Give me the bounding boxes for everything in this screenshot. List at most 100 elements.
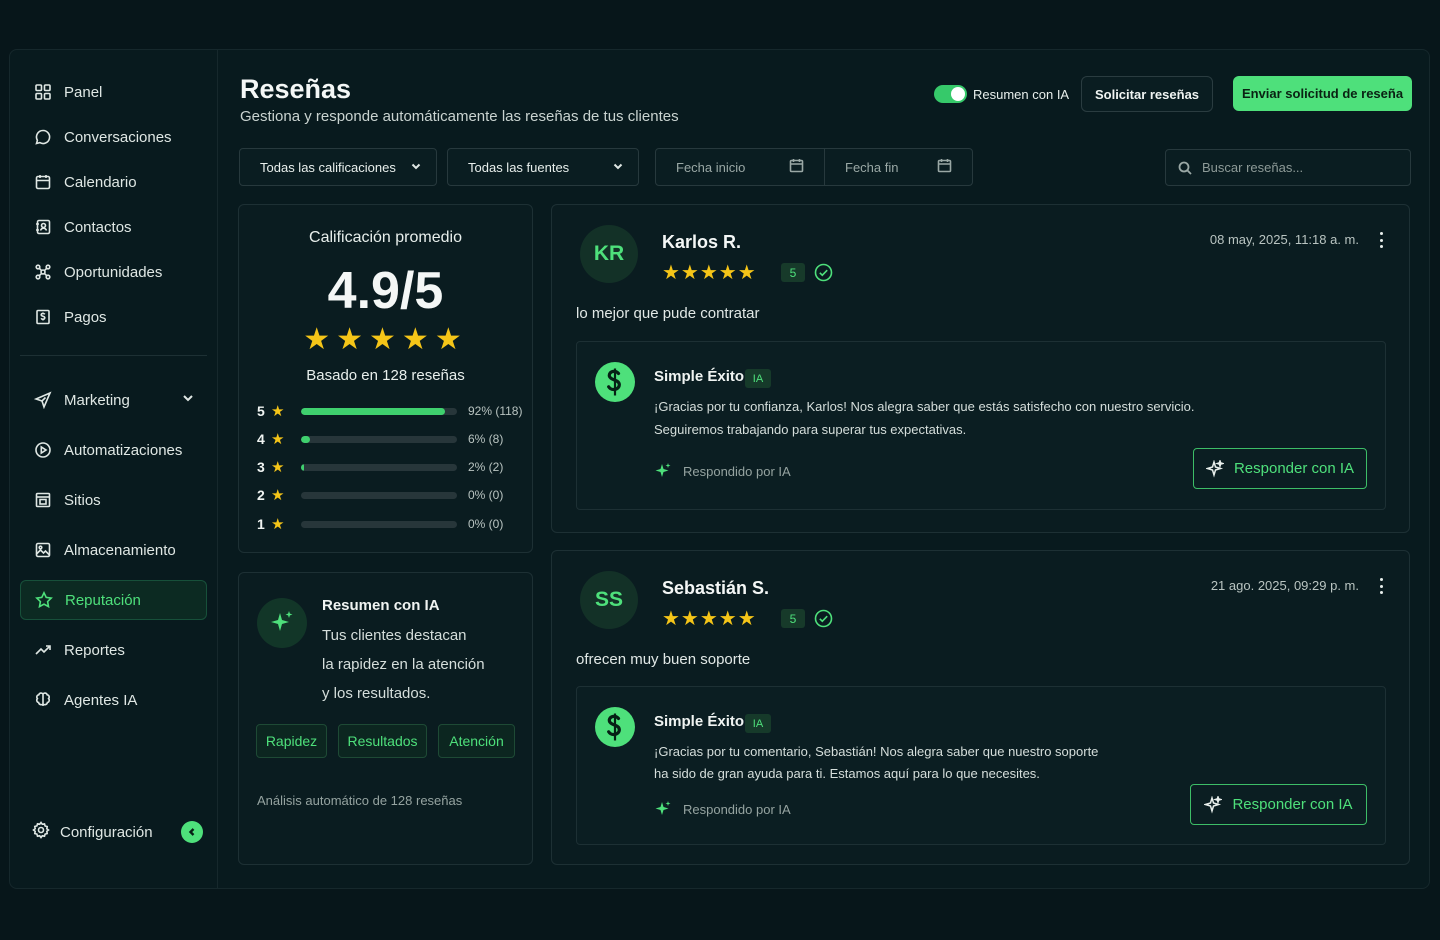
collapse-sidebar-button[interactable] <box>181 821 203 843</box>
avatar: KR <box>580 225 638 283</box>
respond-with-ai-button[interactable]: Responder con IA <box>1190 784 1367 825</box>
search-input[interactable] <box>1202 160 1402 175</box>
verified-check-icon <box>814 609 833 628</box>
reply-text-line: ha sido de gran ayuda para ti. Estamos a… <box>654 766 1040 781</box>
reply-author: Simple Éxito <box>654 713 745 730</box>
sidebar-divider <box>20 355 207 356</box>
network-icon <box>34 263 52 281</box>
review-card: KR Karlos R. ★★★★★ 5 08 may, 2025, 11:18… <box>551 204 1410 533</box>
sidebar-item-agentes-ia[interactable]: Agentes IA <box>20 680 207 720</box>
review-date: 21 ago. 2025, 09:29 p. m. <box>1210 578 1359 593</box>
distribution-bar-fill <box>301 407 445 415</box>
respond-with-ai-button[interactable]: Responder con IA <box>1193 448 1367 489</box>
sidebar-item-label: Reportes <box>64 641 125 659</box>
distribution-label: 92% (118) <box>468 404 523 418</box>
browser-icon <box>34 491 52 509</box>
distribution-row-1: 1 ★ 0% (0) <box>257 515 503 533</box>
distribution-row-3: 3 ★ 2% (2) <box>257 458 503 476</box>
sidebar-item-reportes[interactable]: Reportes <box>20 630 207 670</box>
star-icon: ★ <box>271 459 285 476</box>
replied-by-ai: Respondido por IA <box>654 462 791 480</box>
sidebar-item-configuracion[interactable]: Configuración <box>20 812 207 852</box>
grid-icon <box>34 83 52 101</box>
sidebar-item-marketing[interactable]: Marketing <box>20 380 207 420</box>
star-icon <box>35 591 53 609</box>
end-date-placeholder: Fecha fin <box>845 159 899 175</box>
respond-button-label: Responder con IA <box>1232 796 1353 813</box>
chevron-down-icon <box>612 160 624 175</box>
sidebar-item-calendario[interactable]: Calendario <box>20 162 207 202</box>
search-box <box>1165 149 1411 186</box>
verified-check-icon <box>814 263 833 282</box>
reply-text-line: ¡Gracias por tu comentario, Sebastián! N… <box>654 744 1099 759</box>
sidebar-item-label: Automatizaciones <box>64 441 183 459</box>
ia-badge: IA <box>745 714 771 733</box>
sidebar-item-conversaciones[interactable]: Conversaciones <box>20 117 207 157</box>
ai-summary-line: la rapidez en la atención <box>322 656 485 673</box>
ratings-filter-value: Todas las calificaciones <box>260 159 396 175</box>
star-icon: ★ <box>271 431 285 448</box>
rating-score: 4.9/5 <box>327 262 444 320</box>
distribution-stars: 2 <box>257 487 265 503</box>
sidebar-item-label: Marketing <box>64 391 130 409</box>
simple-exito-logo <box>595 362 635 402</box>
sidebar-item-pagos[interactable]: Pagos <box>20 297 207 337</box>
send-review-request-button[interactable]: Enviar solicitud de reseña <box>1233 76 1412 111</box>
tag-rapidez[interactable]: Rapidez <box>256 724 327 758</box>
more-options-icon[interactable] <box>1373 230 1389 250</box>
distribution-label: 2% (2) <box>468 460 504 474</box>
sidebar-item-oportunidades[interactable]: Oportunidades <box>20 252 207 292</box>
review-stars: ★★★★★ <box>662 608 757 630</box>
distribution-bar <box>301 463 457 471</box>
sidebar-item-reputacion[interactable]: Reputación <box>20 580 207 620</box>
play-circle-icon <box>34 441 52 459</box>
distribution-bar-fill <box>301 435 311 443</box>
sidebar-item-almacenamiento[interactable]: Almacenamiento <box>20 530 207 570</box>
sidebar-item-panel[interactable]: Panel <box>20 72 207 112</box>
request-reviews-button[interactable]: Solicitar reseñas <box>1081 76 1213 112</box>
chevron-down-icon[interactable] <box>181 391 195 409</box>
sidebar-item-label: Contactos <box>64 218 132 236</box>
image-icon <box>34 541 52 559</box>
distribution-label: 6% (8) <box>468 432 504 446</box>
rating-stars: ★★★★★ <box>303 323 468 356</box>
sidebar-item-sitios[interactable]: Sitios <box>20 480 207 520</box>
send-icon <box>34 391 52 409</box>
tag-atencion[interactable]: Atención <box>438 724 515 758</box>
review-text: lo mejor que pude contratar <box>576 305 760 322</box>
distribution-row-5: 5 ★ 92% (118) <box>257 402 522 420</box>
sources-filter-select[interactable]: Todas las fuentes <box>447 148 639 186</box>
sidebar-item-contactos[interactable]: Contactos <box>20 207 207 247</box>
ai-summary-toggle-label: Resumen con IA <box>973 86 1070 102</box>
sidebar-item-label: Sitios <box>64 491 101 509</box>
reply-text-line: Seguiremos trabajando para superar tus e… <box>654 422 967 437</box>
sidebar-item-label: Panel <box>64 83 103 101</box>
main-content: Reseñas Gestiona y responde automáticame… <box>218 50 1429 888</box>
rating-title: Calificación promedio <box>309 229 462 246</box>
ai-summary-footer: Análisis automático de 128 reseñas <box>257 793 463 808</box>
reviewer-name: Sebastián S. <box>662 578 770 598</box>
sidebar-item-label: Conversaciones <box>64 128 172 146</box>
distribution-label: 0% (0) <box>468 517 504 531</box>
sidebar-item-label: Oportunidades <box>64 263 163 281</box>
start-date-field[interactable]: Fecha inicio <box>655 148 825 186</box>
calendar-icon <box>34 173 52 191</box>
end-date-field[interactable]: Fecha fin <box>824 148 973 186</box>
ia-badge: IA <box>745 369 771 388</box>
rating-summary-card: Calificación promedio 4.9/5 ★★★★★ Basado… <box>238 204 533 553</box>
sidebar-item-label: Pagos <box>64 308 107 326</box>
sidebar-item-label: Almacenamiento <box>64 541 176 559</box>
reply-box: Simple Éxito IA ¡Gracias por tu comentar… <box>576 686 1386 845</box>
distribution-stars: 5 <box>257 403 265 419</box>
ratings-filter-select[interactable]: Todas las calificaciones <box>239 148 437 186</box>
avatar: SS <box>580 571 638 629</box>
tag-resultados[interactable]: Resultados <box>338 724 427 758</box>
sidebar-item-automatizaciones[interactable]: Automatizaciones <box>20 430 207 470</box>
ai-summary-toggle[interactable] <box>934 85 967 103</box>
rating-badge: 5 <box>781 609 805 628</box>
distribution-bar-fill <box>301 463 305 471</box>
page-subtitle: Gestiona y responde automáticamente las … <box>240 108 679 125</box>
ai-summary-toggle-group: Resumen con IA <box>934 85 1069 103</box>
more-options-icon[interactable] <box>1373 576 1389 596</box>
calendar-icon <box>937 158 952 176</box>
